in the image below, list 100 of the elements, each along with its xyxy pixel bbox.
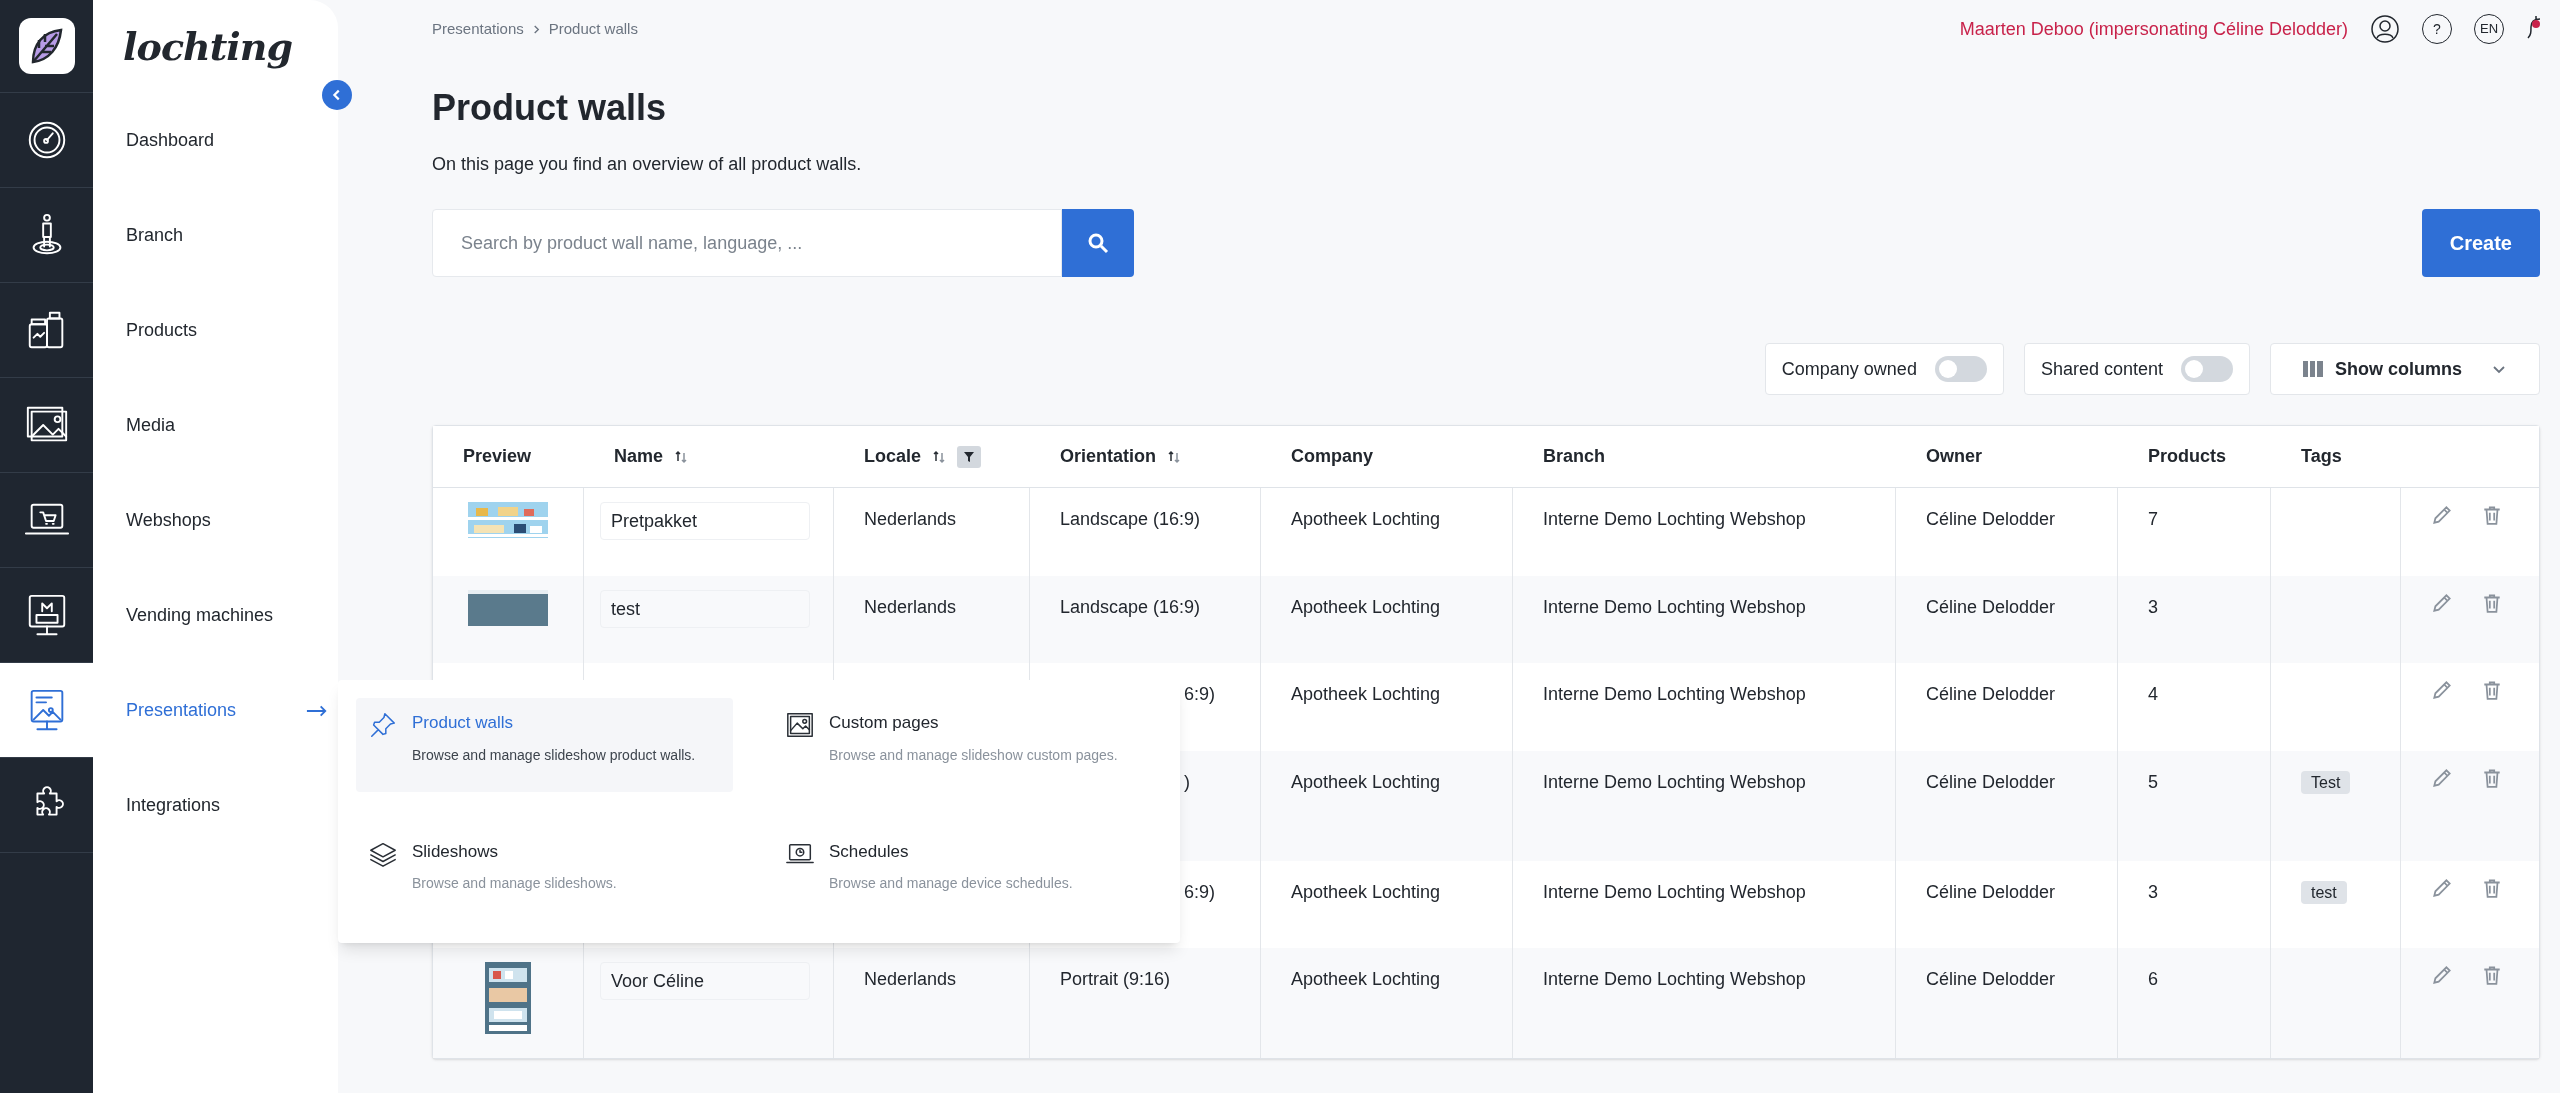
table-cell: Apotheek Lochting xyxy=(1291,597,1441,617)
table-cell: Interne Demo Lochting Webshop xyxy=(1543,969,1806,989)
name-field[interactable]: Voor Céline xyxy=(600,962,810,1000)
product-wall-thumbnail xyxy=(485,962,531,1034)
filter-icon[interactable] xyxy=(957,445,982,468)
search-button[interactable] xyxy=(1062,209,1134,277)
toggle-switch[interactable] xyxy=(1934,356,1987,382)
user-name: Maarten Deboo (impersonating Céline Delodder) xyxy=(1959,17,2348,41)
brand-logo: lochting xyxy=(123,23,293,71)
trash-icon[interactable] xyxy=(2481,504,2503,526)
table-cell: 7 xyxy=(2148,509,2158,529)
table-cell: Interne Demo Lochting Webshop xyxy=(1543,597,1806,617)
tag: Test xyxy=(2301,771,2351,794)
page-subtitle: On this page you find an overview of all product walls. xyxy=(432,153,863,176)
table-cell: Céline Delodder xyxy=(1926,772,2056,792)
arrow-right-icon xyxy=(306,704,328,717)
table-cell: Interne Demo Lochting Webshop xyxy=(1543,772,1806,792)
pencil-icon[interactable] xyxy=(2431,964,2453,986)
submenu-title: Schedules xyxy=(829,840,910,863)
toggle-label: Company owned xyxy=(1781,357,1917,381)
column-header[interactable]: Name xyxy=(614,436,690,477)
nav-link[interactable]: Webshops xyxy=(126,507,211,534)
nav-link[interactable]: Integrations xyxy=(126,792,221,819)
nav-link[interactable]: Products xyxy=(126,317,198,344)
table-cell: Nederlands xyxy=(864,969,957,989)
show-columns-button[interactable]: Show columns xyxy=(2270,343,2540,395)
table-cell: 3 xyxy=(2148,597,2158,617)
app-logo-icon[interactable] xyxy=(18,18,75,74)
chevron-right-icon xyxy=(531,24,541,34)
table-cell: Céline Delodder xyxy=(1926,684,2056,704)
table-cell: Apotheek Lochting xyxy=(1291,969,1441,989)
name-field[interactable]: Pretpakket xyxy=(600,502,810,540)
table-cell: 5 xyxy=(2148,772,2158,792)
create-button[interactable]: Create xyxy=(2421,209,2540,277)
table-cell: Céline Delodder xyxy=(1926,969,2056,989)
table-cell: Landscape (16:9) xyxy=(1060,509,1201,529)
toggle-label: Shared content xyxy=(2040,357,2163,381)
user-avatar-icon[interactable] xyxy=(2370,14,2400,44)
table-cell: Céline Delodder xyxy=(1926,597,2056,617)
breadcrumb-link[interactable]: Presentations xyxy=(432,17,524,41)
search-field[interactable]: Search by product wall name, language, ... xyxy=(432,209,1062,277)
column-header[interactable]: Company xyxy=(1291,436,1373,477)
submenu-title: Product walls xyxy=(412,712,515,734)
sort-icon[interactable] xyxy=(1166,448,1182,465)
columns-icon xyxy=(2303,361,2323,377)
table-cell: 4 xyxy=(2148,684,2158,704)
table-cell: Nederlands xyxy=(864,597,957,617)
nav-link[interactable]: Presentations xyxy=(126,697,237,724)
pencil-icon[interactable] xyxy=(2431,767,2453,789)
trash-icon[interactable] xyxy=(2481,592,2503,614)
trash-icon[interactable] xyxy=(2481,964,2503,986)
submenu-description: Browse and manage device schedules. xyxy=(829,874,1073,893)
table-cell: Nederlands xyxy=(864,509,957,529)
trash-icon[interactable] xyxy=(2481,679,2503,701)
image-icon xyxy=(785,710,815,740)
submenu-description: Browse and manage slideshow product walls. xyxy=(412,745,696,765)
tag: test xyxy=(2301,881,2347,904)
pencil-icon[interactable] xyxy=(2431,504,2453,526)
table-cell: 6:9) xyxy=(1184,684,1216,704)
nav-link[interactable]: Branch xyxy=(126,222,184,249)
breadcrumb-link[interactable]: Product walls xyxy=(548,17,638,41)
trash-icon[interactable] xyxy=(2481,767,2503,789)
trash-icon[interactable] xyxy=(2481,877,2503,899)
sort-icon[interactable] xyxy=(673,448,690,465)
table-cell: Apotheek Lochting xyxy=(1291,684,1441,704)
column-header[interactable]: Locale xyxy=(864,436,982,477)
submenu-title: Slideshows xyxy=(412,840,499,863)
nav-link[interactable]: Vending machines xyxy=(126,602,274,629)
table-cell: ) xyxy=(1184,772,1190,792)
table-cell: Portrait (9:16) xyxy=(1060,969,1171,989)
column-header[interactable]: Tags xyxy=(2301,436,2342,477)
table-cell: Apotheek Lochting xyxy=(1291,882,1441,902)
column-header[interactable]: Owner xyxy=(1926,436,1982,477)
column-header[interactable]: Products xyxy=(2148,436,2226,477)
table-cell: 6 xyxy=(2148,969,2158,989)
pencil-icon[interactable] xyxy=(2431,679,2453,701)
table-cell: Interne Demo Lochting Webshop xyxy=(1543,684,1806,704)
pencil-icon[interactable] xyxy=(2431,592,2453,614)
nav-link[interactable]: Media xyxy=(126,412,176,439)
table-cell: Landscape (16:9) xyxy=(1060,597,1201,617)
column-header[interactable]: Preview xyxy=(463,436,532,477)
nav-link[interactable]: Dashboard xyxy=(126,127,215,154)
table-cell: Interne Demo Lochting Webshop xyxy=(1543,882,1806,902)
toggle-switch[interactable] xyxy=(2181,356,2233,382)
table-cell: Interne Demo Lochting Webshop xyxy=(1543,509,1806,529)
collapse-button[interactable] xyxy=(322,80,352,110)
page-title: Product walls xyxy=(432,90,668,126)
table-cell: Céline Delodder xyxy=(1926,509,2056,529)
table-cell: 6:9) xyxy=(1184,882,1216,902)
table-cell: Apotheek Lochting xyxy=(1291,509,1441,529)
column-header[interactable]: Orientation xyxy=(1060,436,1182,477)
submenu-description: Browse and manage slideshow custom pages. xyxy=(829,745,1118,765)
column-header[interactable]: Branch xyxy=(1543,436,1605,477)
name-field[interactable]: test xyxy=(600,590,810,628)
submenu-item[interactable]: Product walls Browse and manage slideshow product walls. xyxy=(356,698,733,792)
pin-icon xyxy=(368,710,398,740)
sort-icon[interactable] xyxy=(931,448,948,465)
pencil-icon[interactable] xyxy=(2431,877,2453,899)
table-cell: 3 xyxy=(2148,882,2158,902)
table-cell: Céline Delodder xyxy=(1926,882,2056,902)
